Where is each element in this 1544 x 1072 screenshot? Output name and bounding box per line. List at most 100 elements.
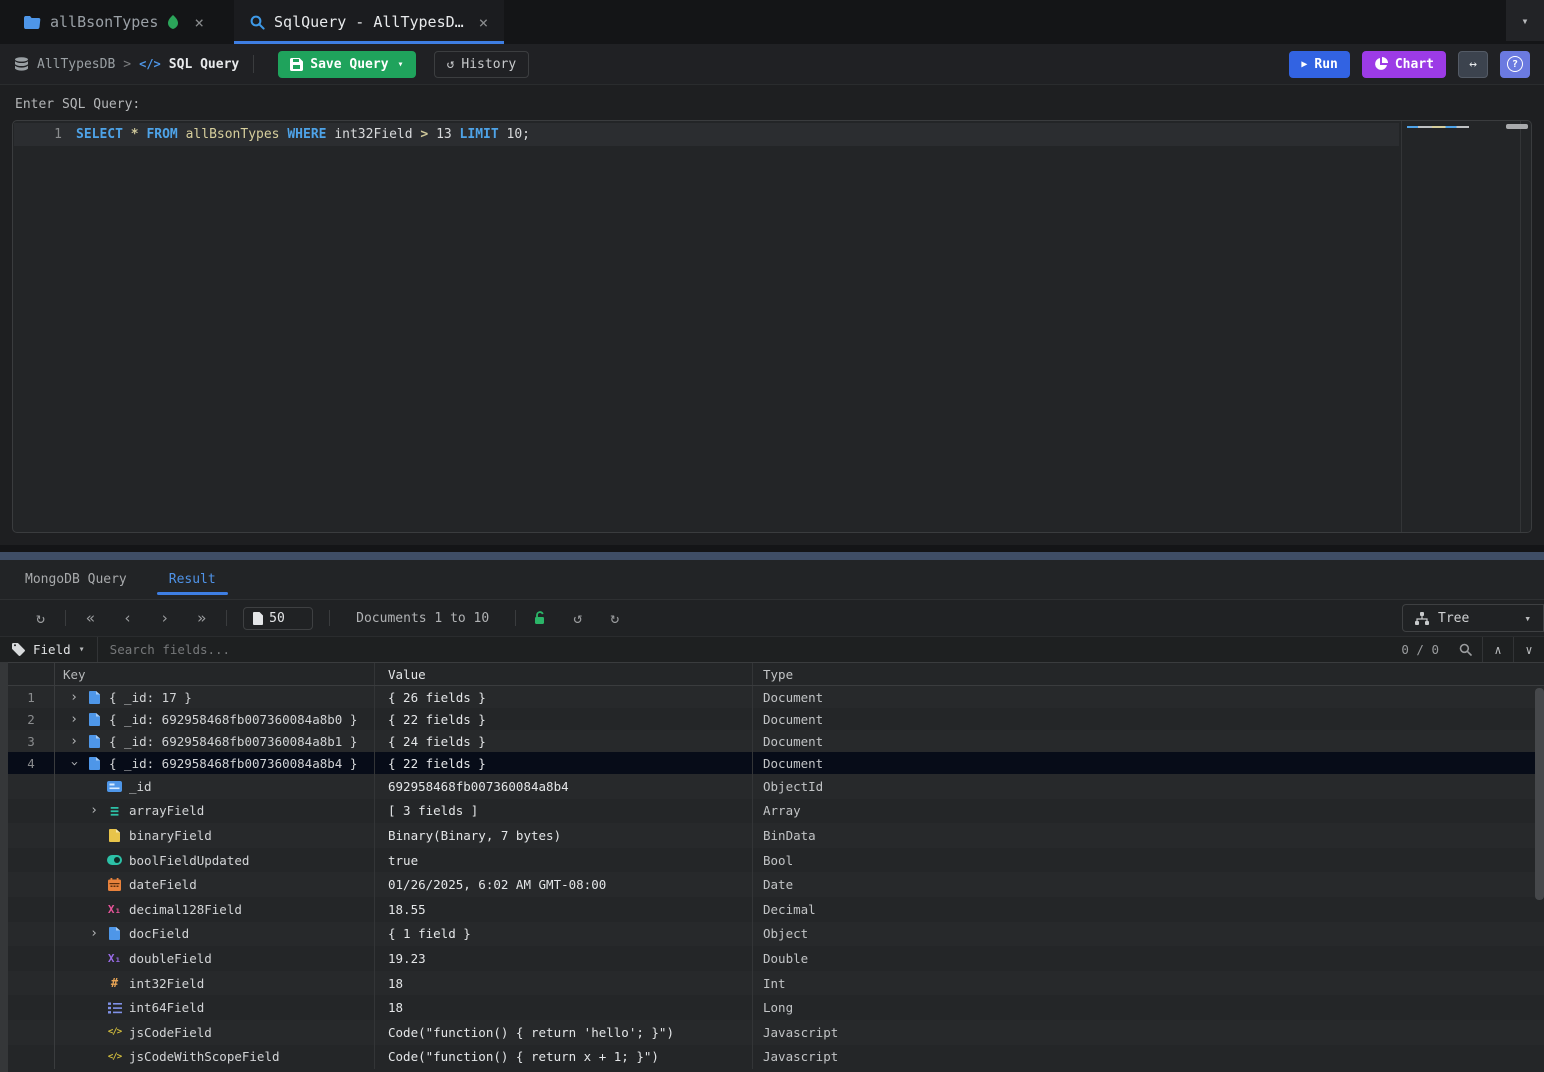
- run-button[interactable]: ▶ Run: [1289, 51, 1350, 78]
- row-type: Long: [753, 995, 1544, 1020]
- expand-icon[interactable]: ›: [87, 926, 101, 941]
- run-label: Run: [1314, 57, 1337, 72]
- row-key: int32Field: [129, 976, 204, 991]
- last-page-button[interactable]: »: [183, 609, 220, 627]
- row-number: [8, 897, 55, 922]
- row-value: Code("function() { return x + 1; }"): [375, 1045, 753, 1070]
- row-value: { 24 fields }: [375, 730, 753, 752]
- chart-button[interactable]: Chart: [1362, 51, 1446, 78]
- previous-page-button[interactable]: ‹: [109, 609, 146, 627]
- next-page-button[interactable]: ›: [146, 609, 183, 627]
- binary-icon: [107, 828, 122, 843]
- table-row[interactable]: ›≡arrayField [ 3 fields ] Array: [8, 799, 1544, 824]
- row-type: Document: [753, 686, 1544, 708]
- row-key: jsCodeWithScopeField: [129, 1049, 280, 1064]
- field-filter-label: Field: [33, 642, 71, 657]
- row-type: Int: [753, 971, 1544, 996]
- row-type: Document: [753, 752, 1544, 774]
- type-column-header: Type: [753, 663, 1544, 685]
- help-button[interactable]: ?: [1500, 51, 1530, 78]
- tab-overflow-button[interactable]: ▾: [1506, 0, 1544, 41]
- tab-allbsontypes[interactable]: allBsonTypes ×: [8, 0, 220, 44]
- sql-editor[interactable]: 1 SELECT * FROM allBsonTypes WHERE int32…: [12, 120, 1532, 533]
- tab-mongodb-query[interactable]: MongoDB Query: [25, 572, 127, 599]
- result-toolbar: ↻ « ‹ › » Documents 1 to 10 ↺ ↻ Tree ▾: [0, 600, 1544, 636]
- sql-token: 13: [436, 127, 459, 142]
- editor-minimap[interactable]: [1401, 121, 1521, 532]
- document-icon: [253, 612, 263, 625]
- code-line[interactable]: 1 SELECT * FROM allBsonTypes WHERE int32…: [14, 123, 1399, 146]
- table-row[interactable]: _id 692958468fb007360084a8b4 ObjectId: [8, 774, 1544, 799]
- table-row[interactable]: int64Field 18 Long: [8, 995, 1544, 1020]
- page-size-box[interactable]: [243, 607, 313, 630]
- table-row-selected[interactable]: 4 ›{ _id: 692958468fb007360084a8b4 } { 2…: [8, 752, 1544, 774]
- table-row[interactable]: X₁decimal128Field 18.55 Decimal: [8, 897, 1544, 922]
- row-type: Document: [753, 730, 1544, 752]
- table-row[interactable]: binaryField Binary(Binary, 7 bytes) BinD…: [8, 823, 1544, 848]
- collapse-icon[interactable]: ›: [67, 756, 82, 770]
- sql-token: LIMIT: [460, 127, 507, 142]
- close-icon[interactable]: ×: [194, 13, 204, 32]
- table-row[interactable]: 1 ›{ _id: 17 } { 26 fields } Document: [8, 686, 1544, 708]
- expand-editor-button[interactable]: ↔: [1458, 51, 1488, 78]
- tab-sqlquery[interactable]: SqlQuery - AllTypesD… ×: [234, 0, 504, 44]
- breadcrumb-db[interactable]: AllTypesDB: [37, 57, 115, 72]
- redo-icon[interactable]: ↻: [596, 609, 633, 627]
- chevron-down-icon: ▾: [398, 59, 404, 70]
- document-icon: [107, 926, 122, 941]
- search-fields-input[interactable]: [98, 642, 1392, 657]
- value-column-header: Value: [375, 663, 753, 685]
- unlock-icon[interactable]: [522, 611, 559, 625]
- table-row[interactable]: boolFieldUpdated true Bool: [8, 848, 1544, 873]
- row-key: int64Field: [129, 1000, 204, 1015]
- row-type: Bool: [753, 848, 1544, 873]
- search-icon[interactable]: [1449, 643, 1482, 656]
- sql-token: SELECT: [76, 127, 131, 142]
- row-key: jsCodeField: [129, 1025, 212, 1040]
- tab-result[interactable]: Result: [169, 572, 216, 599]
- table-row[interactable]: </>jsCodeField Code("function() { return…: [8, 1020, 1544, 1045]
- refresh-icon[interactable]: ↻: [22, 609, 59, 627]
- first-page-button[interactable]: «: [72, 609, 109, 627]
- row-key: _id: [129, 779, 152, 794]
- sql-token: >: [420, 127, 436, 142]
- table-row[interactable]: #int32Field 18 Int: [8, 971, 1544, 996]
- save-query-button[interactable]: Save Query ▾: [278, 51, 415, 78]
- document-icon: [87, 690, 102, 705]
- row-key: { _id: 692958468fb007360084a8b4 }: [109, 756, 357, 771]
- expand-icon[interactable]: ›: [87, 803, 101, 818]
- row-number: [8, 1020, 55, 1045]
- previous-match-button[interactable]: ∧: [1483, 637, 1513, 662]
- table-row[interactable]: X₁doubleField 19.23 Double: [8, 946, 1544, 971]
- editor-scrollbar-thumb[interactable]: [1506, 124, 1528, 129]
- table-scrollbar-thumb[interactable]: [1535, 688, 1544, 900]
- close-icon[interactable]: ×: [479, 13, 489, 32]
- table-row[interactable]: dateField 01/26/2025, 6:02 AM GMT-08:00 …: [8, 872, 1544, 897]
- row-value: { 26 fields }: [375, 686, 753, 708]
- undo-icon[interactable]: ↺: [559, 609, 596, 627]
- row-key: dateField: [129, 877, 197, 892]
- row-type: Array: [753, 799, 1544, 824]
- panel-splitter[interactable]: [0, 552, 1544, 560]
- chevron-down-icon: ▾: [1524, 612, 1531, 625]
- row-key: { _id: 692958468fb007360084a8b1 }: [109, 734, 357, 749]
- history-button[interactable]: ↺ History: [434, 51, 530, 78]
- table-row[interactable]: </> jsCodeWithScopeField Code("function()…: [8, 1045, 1544, 1070]
- field-filter-dropdown[interactable]: Field ▾: [0, 642, 97, 657]
- sql-token: allBsonTypes: [186, 127, 288, 142]
- expand-icon[interactable]: ›: [67, 690, 81, 705]
- page-size-input[interactable]: [269, 611, 303, 626]
- chart-label: Chart: [1395, 57, 1434, 72]
- sql-token: *: [131, 127, 147, 142]
- result-tab-bar: MongoDB Query Result: [0, 560, 1544, 600]
- view-mode-dropdown[interactable]: Tree ▾: [1402, 604, 1544, 632]
- expand-icon[interactable]: ›: [67, 712, 81, 727]
- javascript-code-icon: </>: [107, 1049, 122, 1064]
- row-key: arrayField: [129, 803, 204, 818]
- table-row[interactable]: ›docField { 1 field } Object: [8, 922, 1544, 947]
- next-match-button[interactable]: ∨: [1514, 637, 1544, 662]
- table-row[interactable]: 2 ›{ _id: 692958468fb007360084a8b0 } { 2…: [8, 708, 1544, 730]
- document-icon: [87, 734, 102, 749]
- expand-icon[interactable]: ›: [67, 734, 81, 749]
- table-row[interactable]: 3 ›{ _id: 692958468fb007360084a8b1 } { 2…: [8, 730, 1544, 752]
